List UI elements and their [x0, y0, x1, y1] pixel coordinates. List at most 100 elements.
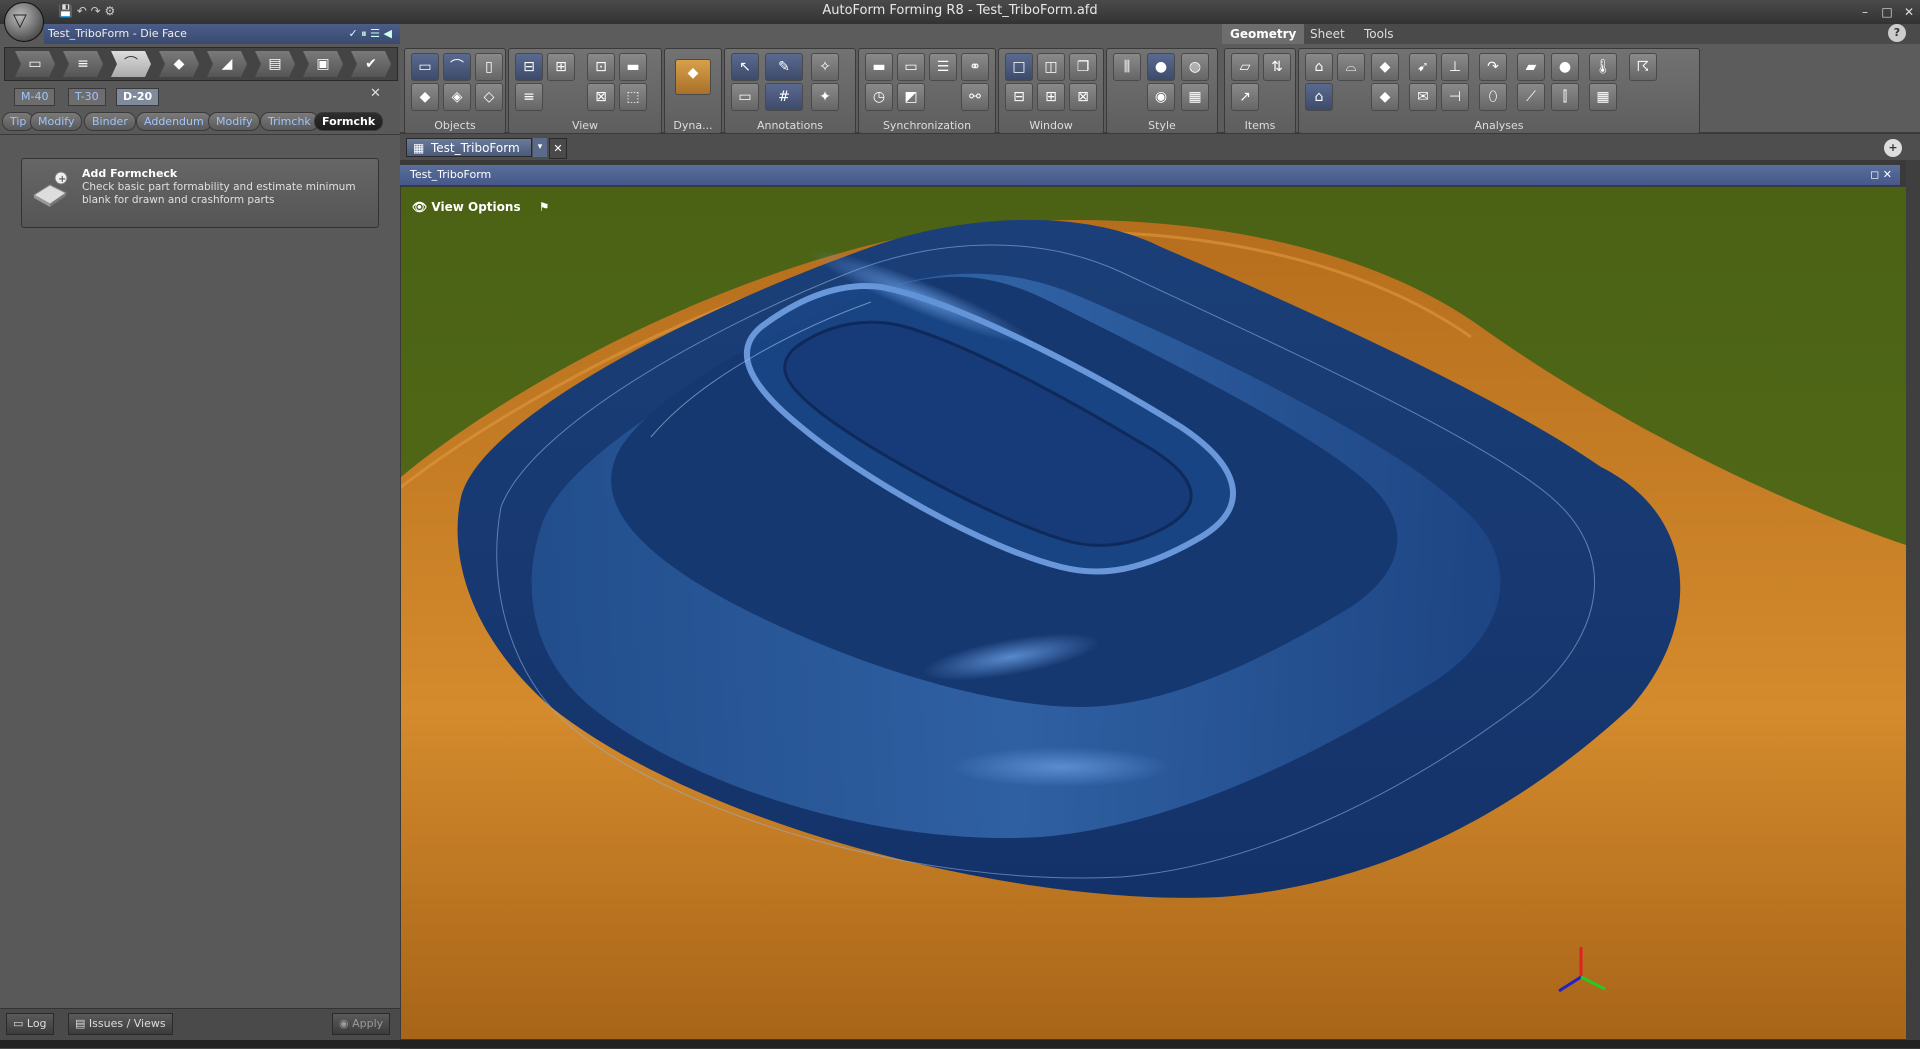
step-tools-icon[interactable]: ▤	[255, 51, 295, 77]
app-logo-icon[interactable]: ▽	[4, 2, 44, 42]
pill-addendum[interactable]: Addendum	[136, 112, 212, 131]
object-stack-icon[interactable]: ◇	[475, 83, 503, 111]
pill-trimchk[interactable]: Trimchk	[260, 112, 319, 131]
sync-clock-icon[interactable]: ◷	[865, 83, 893, 111]
close-tabs-icon[interactable]: ✕	[370, 86, 381, 101]
window-cascade-icon[interactable]: ❐	[1069, 53, 1097, 81]
annotation-marker-icon[interactable]: ✦	[811, 83, 839, 111]
analysis-normal-icon[interactable]: ↷	[1479, 53, 1507, 81]
analysis-die-icon[interactable]: ⌂	[1305, 83, 1333, 111]
window-tile-icon[interactable]: ⊠	[1069, 83, 1097, 111]
analysis-section-icon[interactable]: ▰	[1517, 53, 1545, 81]
style-mesh-icon[interactable]: ⫼	[1113, 53, 1141, 81]
analysis-arrow-icon[interactable]: ➹	[1409, 53, 1437, 81]
tab-tools[interactable]: Tools	[1356, 24, 1402, 44]
analysis-plane-icon[interactable]: ◆	[1371, 53, 1399, 81]
view-zoom-icon[interactable]: ⊠	[587, 83, 615, 111]
die-face-model[interactable]	[401, 187, 1912, 1039]
apply-button[interactable]: ◉ Apply	[332, 1013, 391, 1035]
style-wire-icon[interactable]: ◍	[1181, 53, 1209, 81]
doc-bar-icons[interactable]: ✓ ⏸ ☰ ◀	[348, 24, 392, 44]
help-icon[interactable]: ?	[1888, 24, 1906, 42]
annotation-pen-icon[interactable]: ✎	[765, 53, 803, 81]
window-single-icon[interactable]: □	[1005, 53, 1033, 81]
analysis-draw-icon[interactable]: ⌂	[1305, 53, 1333, 81]
object-shape-icon[interactable]: ⌒	[443, 53, 471, 81]
view-tree-icon[interactable]: ⊟	[515, 53, 543, 81]
style-shaded-icon[interactable]: ●	[1147, 53, 1175, 81]
sync-list-icon[interactable]: ☰	[929, 53, 957, 81]
items-axis-icon[interactable]: ↗	[1231, 83, 1259, 111]
object-layer-icon[interactable]: ◈	[443, 83, 471, 111]
annotation-label-icon[interactable]: ▭	[731, 83, 759, 111]
step-dieface-icon[interactable]: ⌒	[111, 51, 151, 77]
flag-icon[interactable]: ⚑	[539, 200, 550, 214]
analysis-flat-icon[interactable]: ◆	[1371, 83, 1399, 111]
analysis-sphere-icon[interactable]: ●	[1551, 53, 1579, 81]
analysis-axis-icon[interactable]: ⊥	[1441, 53, 1469, 81]
view-fit-icon[interactable]: ⊡	[587, 53, 615, 81]
dynamic-section-icon[interactable]: ◆	[675, 59, 711, 95]
analysis-measure-icon[interactable]: ⊣	[1441, 83, 1469, 111]
log-button[interactable]: ▭ Log	[6, 1013, 54, 1035]
pill-binder[interactable]: Binder	[84, 112, 136, 131]
right-edge-scroll[interactable]	[1906, 160, 1920, 1048]
view-camera-icon[interactable]: ▬	[619, 53, 647, 81]
step-results-icon[interactable]: ✔	[351, 51, 391, 77]
die-tab-t30[interactable]: T-30	[68, 88, 106, 106]
step-control-icon[interactable]: ▣	[303, 51, 343, 77]
document-tab[interactable]: ▦ Test_TriboForm	[406, 138, 532, 157]
view-options-button[interactable]: 👁 View Options ⚑	[412, 200, 550, 214]
pill-formchk[interactable]: Formchk	[314, 112, 384, 131]
pill-modify-2[interactable]: Modify	[208, 112, 261, 131]
style-texture-icon[interactable]: ▦	[1181, 83, 1209, 111]
object-flat-icon[interactable]: ◆	[411, 83, 439, 111]
tab-geometry[interactable]: Geometry	[1222, 24, 1305, 44]
view-projection-icon[interactable]: ⬚	[619, 83, 647, 111]
items-sheet-icon[interactable]: ▱	[1231, 53, 1259, 81]
sync-unlink-icon[interactable]: ⚯	[961, 83, 989, 111]
analysis-light-icon[interactable]: ☈	[1629, 53, 1657, 81]
analysis-map-icon[interactable]: ▦	[1589, 83, 1617, 111]
minimize-button[interactable]: –	[1856, 4, 1874, 20]
viewport-controls[interactable]: ◻ ✕	[1870, 165, 1892, 185]
analysis-scale-icon[interactable]: ⫿	[1551, 83, 1579, 111]
add-view-icon[interactable]: +	[1884, 139, 1902, 157]
3d-viewport[interactable]	[401, 187, 1912, 1039]
add-formcheck-card[interactable]: + Add Formcheck Check basic part formabi…	[21, 158, 379, 228]
close-window-button[interactable]: ✕	[1900, 4, 1918, 20]
analysis-thermo-icon[interactable]: 🌡	[1589, 53, 1617, 81]
step-setup-icon[interactable]: ≡	[63, 51, 103, 77]
annotation-pointer-icon[interactable]: ↖	[731, 53, 759, 81]
window-split-h-icon[interactable]: ⊟	[1005, 83, 1033, 111]
tab-sheet[interactable]: Sheet	[1302, 24, 1353, 44]
window-quad-icon[interactable]: ⊞	[1037, 83, 1065, 111]
items-flip-icon[interactable]: ⇅	[1263, 53, 1291, 81]
object-new-icon[interactable]: ▭	[411, 53, 439, 81]
style-smooth-icon[interactable]: ◉	[1147, 83, 1175, 111]
view-list-icon[interactable]: ≡	[515, 83, 543, 111]
maximize-button[interactable]: □	[1878, 4, 1896, 20]
step-process-icon[interactable]: ◢	[207, 51, 247, 77]
sync-link-icon[interactable]: ⚭	[961, 53, 989, 81]
analysis-mail-icon[interactable]: ✉	[1409, 83, 1437, 111]
quick-access-toolbar[interactable]: 💾 ↶ ↷ ⚙	[58, 4, 138, 20]
pill-modify[interactable]: Modify	[30, 112, 83, 131]
step-import-icon[interactable]: ▭	[15, 51, 55, 77]
window-split-v-icon[interactable]: ◫	[1037, 53, 1065, 81]
object-page-icon[interactable]: ▯	[475, 53, 503, 81]
analysis-curve-icon[interactable]: ⟋	[1517, 83, 1545, 111]
analysis-ellipse-icon[interactable]: ⬯	[1479, 83, 1507, 111]
view-grid-icon[interactable]: ⊞	[547, 53, 575, 81]
sync-surface-icon[interactable]: ◩	[897, 83, 925, 111]
sync-camera-icon[interactable]: ▬	[865, 53, 893, 81]
tab-dropdown-icon[interactable]: ▾	[533, 138, 547, 157]
step-blank-icon[interactable]: ◆	[159, 51, 199, 77]
sync-label-icon[interactable]: ▭	[897, 53, 925, 81]
analysis-thin-icon[interactable]: ⌓	[1337, 53, 1365, 81]
die-tab-d20[interactable]: D-20	[116, 88, 160, 106]
issues-views-button[interactable]: ▤ Issues / Views	[68, 1013, 173, 1035]
die-tab-m40[interactable]: M-40	[14, 88, 56, 106]
annotation-wand-icon[interactable]: ✧	[811, 53, 839, 81]
tab-close-icon[interactable]: ✕	[549, 138, 567, 159]
